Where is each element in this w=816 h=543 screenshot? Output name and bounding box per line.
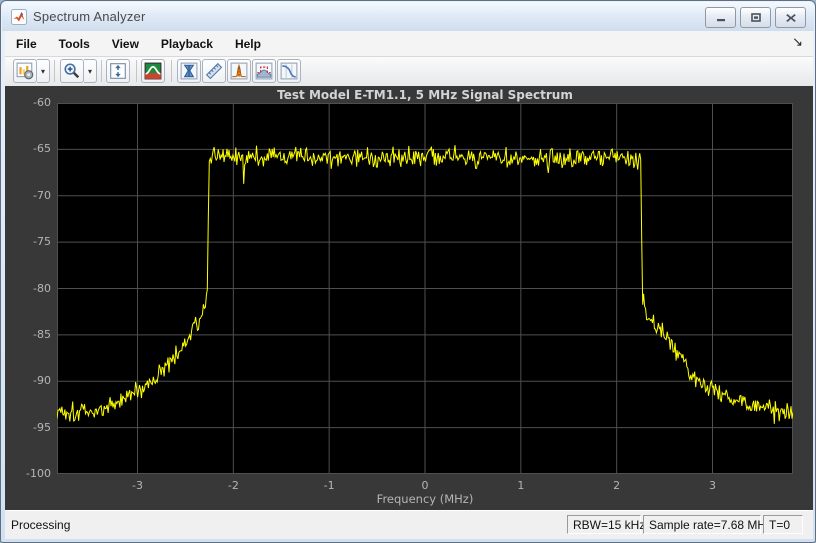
peak-finder-icon xyxy=(230,62,248,80)
spectrum-settings-button[interactable] xyxy=(141,59,165,83)
y-tick-label: -70 xyxy=(33,188,51,202)
close-icon xyxy=(785,13,796,22)
x-tick-label: 0 xyxy=(421,479,429,492)
minimize-button[interactable] xyxy=(705,7,736,28)
status-message: Processing xyxy=(11,518,71,532)
menu-item-view[interactable]: View xyxy=(101,33,150,55)
y-tick-label: -100 xyxy=(26,467,51,480)
spectral-mask-button[interactable] xyxy=(252,59,276,83)
menu-item-tools[interactable]: Tools xyxy=(48,33,101,55)
maximize-icon xyxy=(750,12,761,22)
configuration-properties-button[interactable] xyxy=(13,59,37,83)
window-titlebar[interactable]: Spectrum Analyzer xyxy=(2,2,814,31)
distortion-measurements-icon xyxy=(205,62,223,80)
menu-bar: File Tools View Playback Help ↘ xyxy=(5,31,813,57)
ccdf-measurements-button[interactable] xyxy=(277,59,301,83)
configuration-properties-icon xyxy=(16,62,34,80)
spectrum-analyzer-window: Spectrum Analyzer File Tools View Playba… xyxy=(0,0,816,543)
y-tick-label: -75 xyxy=(33,235,51,249)
matlab-app-icon xyxy=(11,8,27,25)
maximize-button[interactable] xyxy=(740,7,771,28)
zoom-dropdown[interactable]: ▾ xyxy=(84,59,97,83)
y-tick-label: -90 xyxy=(33,374,51,388)
spectrum-settings-icon xyxy=(144,62,162,80)
zoom-in-icon xyxy=(64,63,80,79)
dock-arrow-icon[interactable]: ↘ xyxy=(792,34,803,50)
y-tick-label: -60 xyxy=(33,96,51,109)
x-tick-label: 1 xyxy=(517,479,525,492)
cursor-measurements-icon xyxy=(180,62,198,80)
spectrum-plot: Test Model E-TM1.1, 5 MHz Signal Spectru… xyxy=(5,86,813,510)
menu-item-file[interactable]: File xyxy=(5,33,48,55)
menu-item-help[interactable]: Help xyxy=(224,33,272,55)
x-tick-label: -1 xyxy=(323,479,335,492)
peak-finder-button[interactable] xyxy=(227,59,251,83)
minimize-icon xyxy=(716,18,725,21)
fit-to-view-icon xyxy=(110,63,126,79)
sample-rate-status-field: Sample rate=7.68 MHz xyxy=(643,515,772,534)
y-tick-label: -65 xyxy=(33,142,51,156)
x-tick-label: -2 xyxy=(227,479,239,492)
x-tick-label: 2 xyxy=(613,479,621,492)
toolbar: ▾ ▾ xyxy=(5,57,813,87)
distortion-measurements-button[interactable] xyxy=(202,59,226,83)
zoom-in-button[interactable] xyxy=(60,59,84,83)
ccdf-measurements-icon xyxy=(280,62,298,80)
status-bar: Processing RBW=15 kHz Sample rate=7.68 M… xyxy=(5,510,813,539)
window-title: Spectrum Analyzer xyxy=(33,9,146,24)
fit-to-view-button[interactable] xyxy=(106,59,130,83)
x-tick-label: -3 xyxy=(132,479,143,492)
rbw-status-field: RBW=15 kHz xyxy=(567,515,645,534)
y-tick-label: -85 xyxy=(33,327,51,341)
configuration-properties-dropdown[interactable]: ▾ xyxy=(37,59,50,83)
plot-axes[interactable] xyxy=(56,102,794,475)
x-axis-label: Frequency (MHz) xyxy=(376,492,474,506)
time-status-field: T=0 xyxy=(763,515,803,534)
cursor-measurements-button[interactable] xyxy=(177,59,201,83)
close-button[interactable] xyxy=(775,7,806,28)
spectral-mask-icon xyxy=(255,62,273,80)
plot-title: Test Model E-TM1.1, 5 MHz Signal Spectru… xyxy=(277,88,573,102)
menu-item-playback[interactable]: Playback xyxy=(150,33,224,55)
x-tick-label: 3 xyxy=(709,479,716,492)
y-tick-label: -95 xyxy=(33,420,51,434)
y-tick-label: -80 xyxy=(33,281,51,295)
spectrum-trace-svg xyxy=(56,102,794,475)
